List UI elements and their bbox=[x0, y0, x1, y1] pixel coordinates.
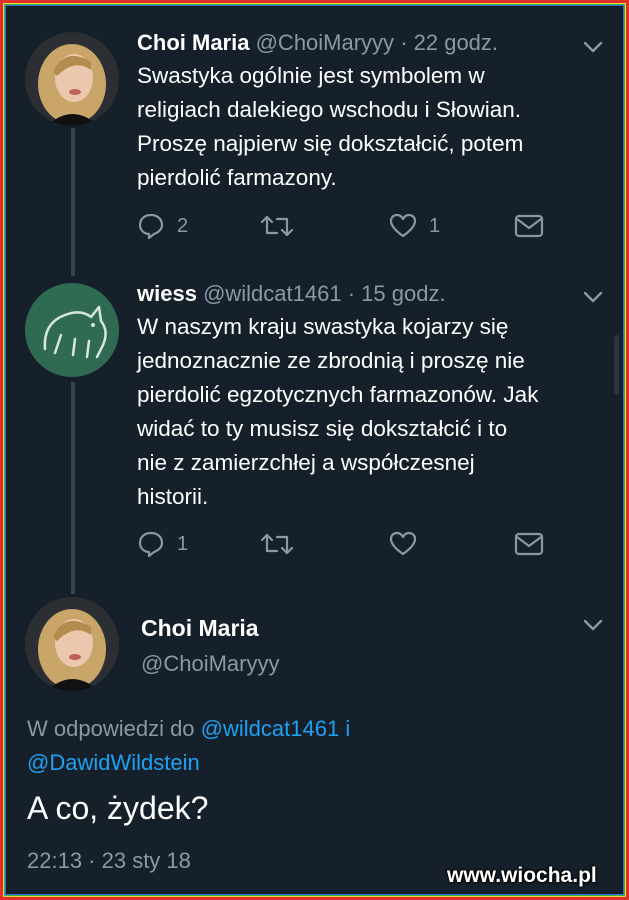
reply-prefix: W odpowiedzi do bbox=[27, 716, 195, 741]
tweet-text-line: W naszym kraju swastyka kojarzy się bbox=[137, 314, 509, 339]
user-name[interactable]: Choi Maria bbox=[137, 30, 249, 55]
chevron-down-icon[interactable] bbox=[582, 40, 604, 54]
tweet-text-line: pierdolić farmazony. bbox=[137, 165, 337, 190]
tweet-text: Swastyka ogólnie jest symbolem w religia… bbox=[137, 59, 607, 195]
avatar[interactable] bbox=[25, 32, 119, 126]
envelope-icon bbox=[514, 532, 544, 556]
user-name[interactable]: Choi Maria bbox=[141, 615, 259, 642]
heart-icon bbox=[389, 531, 417, 556]
reply-icon bbox=[138, 531, 164, 558]
tweet-text-line: Swastyka ogólnie jest symbolem w bbox=[137, 63, 485, 88]
reply-user-link[interactable]: @wildcat1461 bbox=[201, 716, 340, 741]
tweet-text-line: jednoznacznie ze zbrodnią i proszę nie bbox=[137, 348, 525, 373]
tweet-actions: 2 1 bbox=[137, 210, 577, 242]
avatar[interactable] bbox=[25, 283, 119, 377]
reply-button[interactable]: 1 bbox=[137, 528, 188, 560]
reply-icon bbox=[138, 213, 164, 240]
like-button[interactable] bbox=[389, 528, 417, 560]
dm-button[interactable] bbox=[514, 210, 544, 242]
like-button[interactable]: 1 bbox=[389, 210, 440, 242]
like-count: 1 bbox=[429, 214, 441, 237]
tweet-time[interactable]: · 15 godz. bbox=[348, 281, 446, 306]
reply-button[interactable]: 2 bbox=[137, 210, 188, 242]
tweet-header: Choi Maria @ChoiMaryyy · 22 godz. bbox=[137, 30, 498, 56]
scrollbar[interactable] bbox=[614, 335, 619, 395]
tweet-text-line: widać to ty musisz się dokształcić i to bbox=[137, 416, 508, 441]
tweet-actions: 1 bbox=[137, 528, 577, 560]
reply-context: W odpowiedzi do @wildcat1461 i @DawidWil… bbox=[27, 712, 587, 780]
tweet-text: W naszym kraju swastyka kojarzy się jedn… bbox=[137, 310, 607, 514]
reply-joiner: i bbox=[345, 716, 351, 741]
retweet-button[interactable] bbox=[260, 528, 294, 560]
tweet-text-line: Proszę najpierw się dokształcić, potem bbox=[137, 131, 524, 156]
thread-line bbox=[71, 382, 75, 594]
tweet-time[interactable]: · 22 godz. bbox=[400, 30, 498, 55]
user-handle[interactable]: @ChoiMaryyy bbox=[141, 651, 279, 677]
retweet-button[interactable] bbox=[260, 210, 294, 242]
tweet-text-line: nie z zamierzchłej a współczesnej bbox=[137, 450, 475, 475]
tweet-text: A co, żydek? bbox=[27, 790, 209, 826]
tweet-text-line: historii. bbox=[137, 484, 209, 509]
dm-button[interactable] bbox=[514, 528, 544, 560]
user-handle[interactable]: @ChoiMaryyy bbox=[256, 30, 394, 55]
chevron-down-icon[interactable] bbox=[582, 618, 604, 632]
chevron-down-icon[interactable] bbox=[582, 290, 604, 304]
reply-count: 2 bbox=[177, 214, 189, 237]
reply-count: 1 bbox=[177, 532, 189, 555]
tweet-header: wiess @wildcat1461 · 15 godz. bbox=[137, 281, 446, 307]
retweet-icon bbox=[260, 215, 294, 237]
retweet-icon bbox=[260, 533, 294, 555]
tweet-text-line: religiach dalekiego wschodu i Słowian. bbox=[137, 97, 521, 122]
user-name[interactable]: wiess bbox=[137, 281, 197, 306]
heart-icon bbox=[389, 213, 417, 238]
user-handle[interactable]: @wildcat1461 bbox=[203, 281, 342, 306]
tweet-timestamp[interactable]: 22:13 · 23 sty 18 bbox=[27, 848, 191, 874]
tweet-text-line: pierdolić egzotycznych farmazonów. Jak bbox=[137, 382, 539, 407]
envelope-icon bbox=[514, 214, 544, 238]
reply-user-link[interactable]: @DawidWildstein bbox=[27, 750, 200, 775]
avatar[interactable] bbox=[25, 597, 119, 691]
thread-line bbox=[71, 128, 75, 276]
watermark: www.wiocha.pl bbox=[447, 864, 597, 887]
